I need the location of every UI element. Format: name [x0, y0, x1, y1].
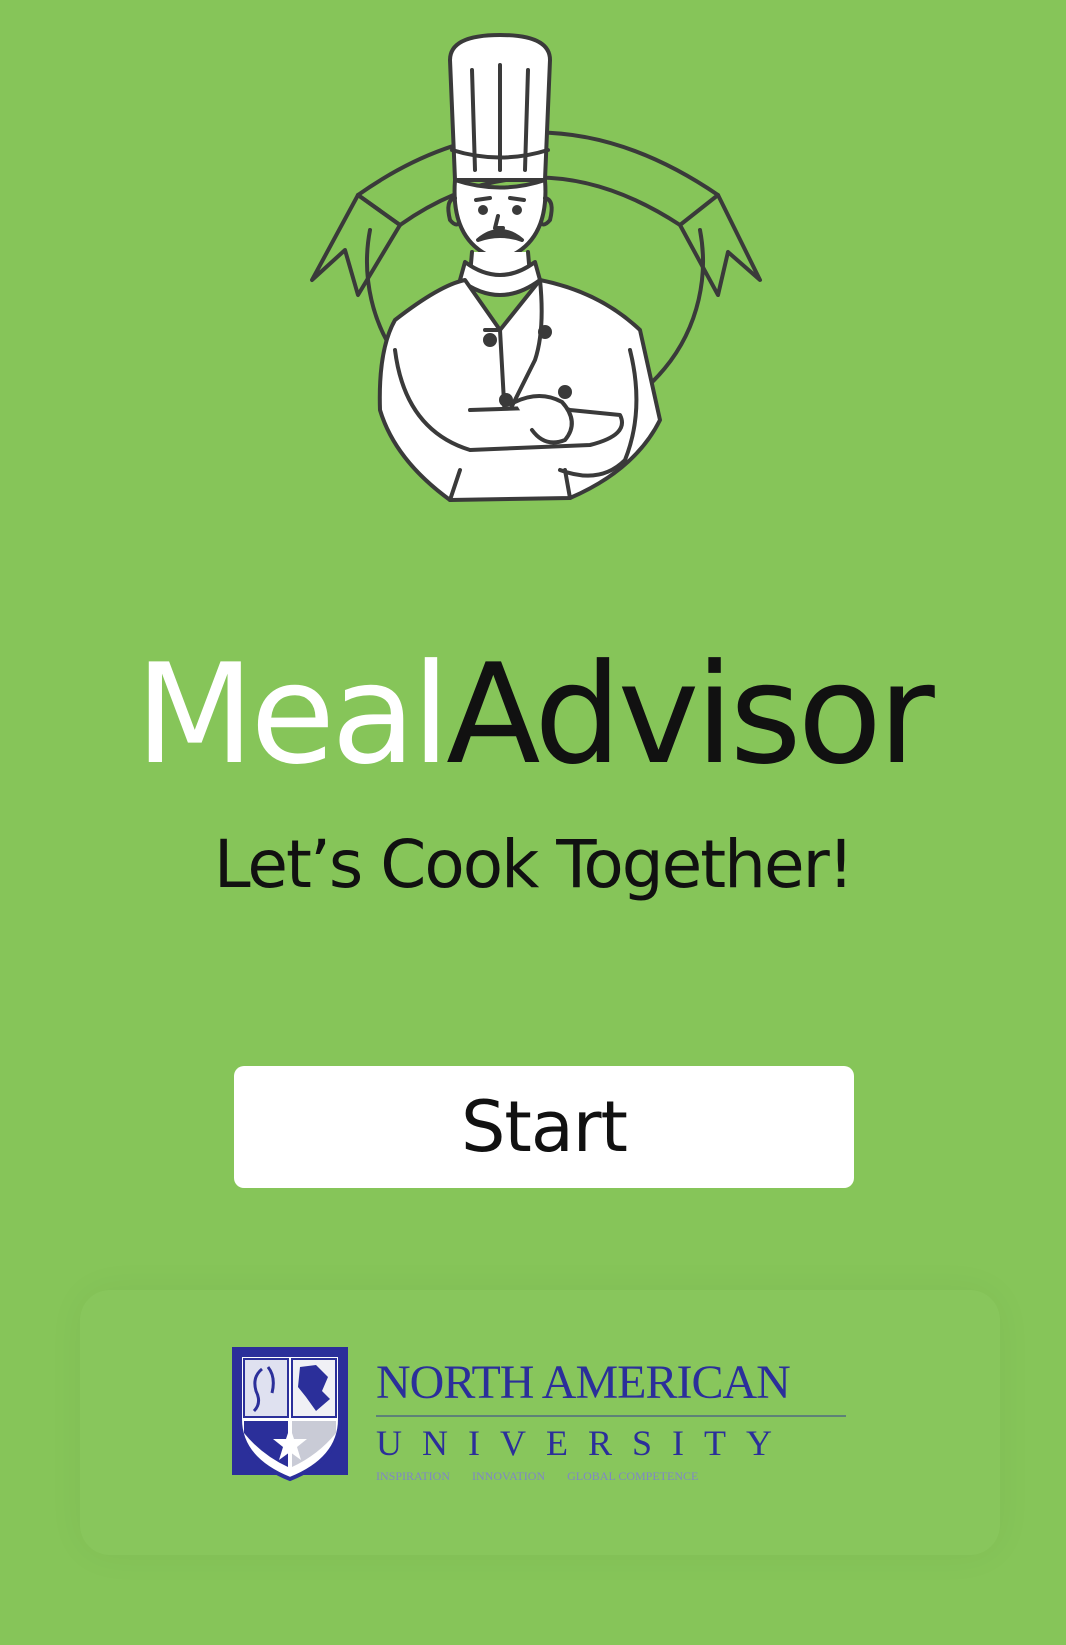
motto-global-competence: GLOBAL COMPETENCE: [567, 1469, 699, 1483]
university-name-line1: NORTH AMERICAN: [376, 1356, 791, 1409]
tagline: Let’s Cook Together!: [213, 826, 854, 903]
app-title-advisor: Advisor: [446, 634, 935, 795]
motto-innovation: INNOVATION: [472, 1469, 546, 1483]
splash-screen: MealAdvisor Let’s Cook Together! Start N…: [0, 0, 1066, 1645]
start-button[interactable]: Start: [234, 1066, 854, 1188]
university-shield-icon: [232, 1347, 348, 1482]
app-title-meal: Meal: [135, 634, 450, 795]
university-motto: INSPIRATION INNOVATION GLOBAL COMPETENCE: [376, 1467, 846, 1485]
chef-logo-icon: [310, 33, 762, 502]
motto-inspiration: INSPIRATION: [376, 1469, 451, 1483]
app-title: MealAdvisor: [0, 640, 1066, 790]
university-wordmark: NORTH AMERICAN UNIVERSITY INSPIRATION IN…: [376, 1357, 846, 1485]
university-name-line2: UNIVERSITY: [376, 1415, 846, 1465]
start-button-label: Start: [460, 1086, 628, 1168]
